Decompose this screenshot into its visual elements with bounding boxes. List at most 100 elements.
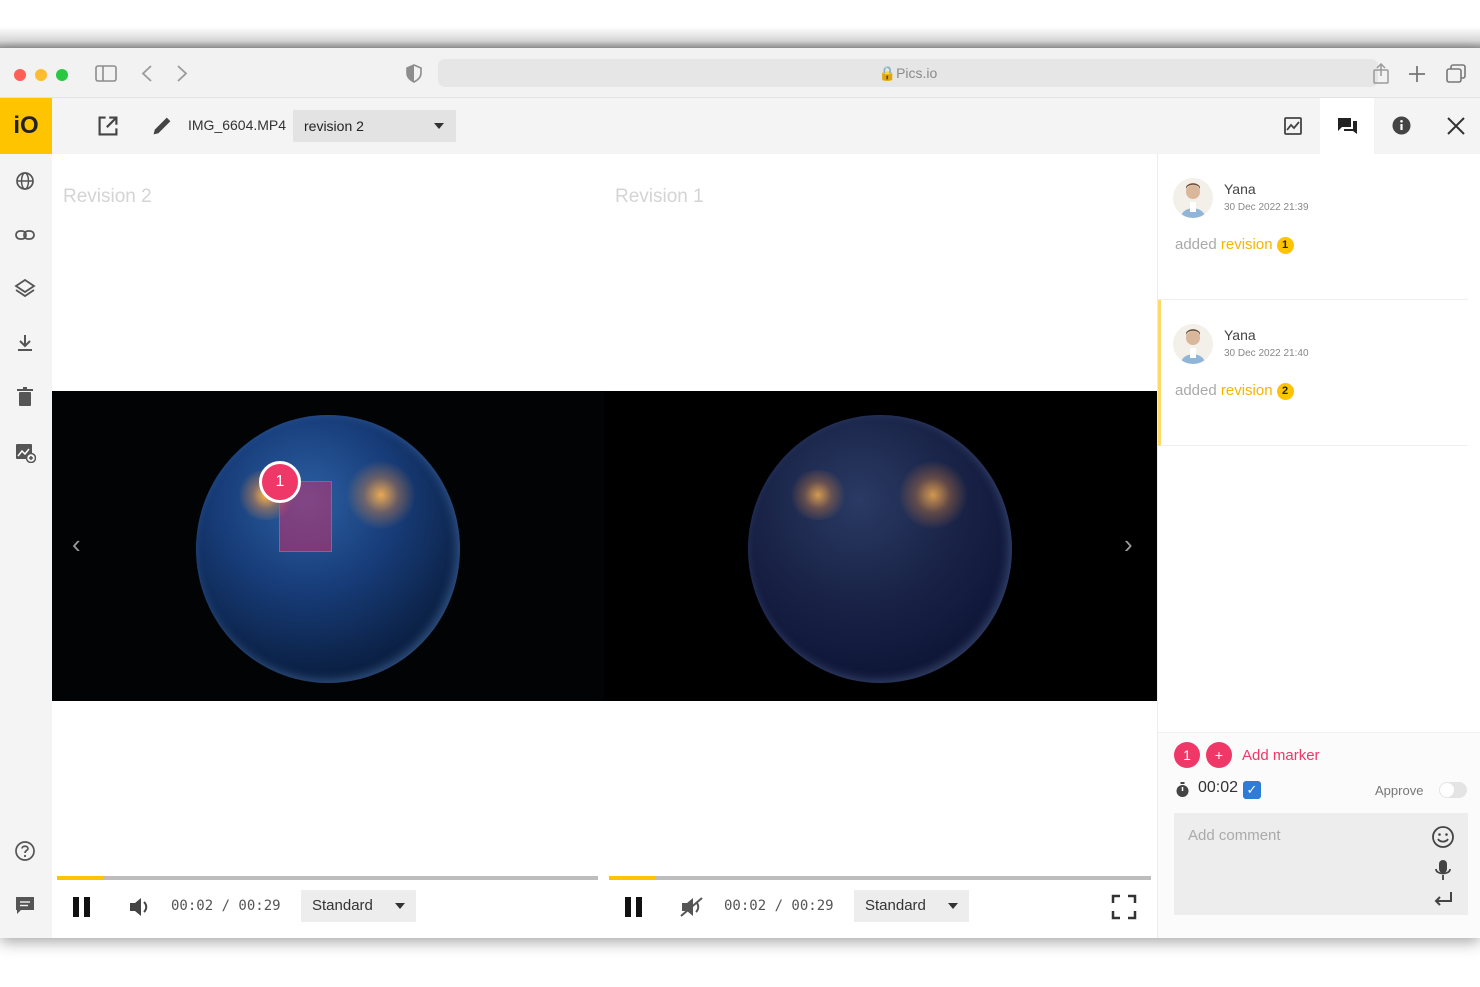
- browser-window: 🔒Pics.io iO IMG_6604.MP4 revision 2 Revi…: [0, 48, 1480, 938]
- compare-icon: [1284, 117, 1302, 135]
- comment-item[interactable]: Yana 30 Dec 2022 21:40 added revision 2: [1158, 300, 1468, 446]
- stopwatch-icon: [1176, 782, 1189, 797]
- add-marker-button[interactable]: Add marker: [1242, 747, 1320, 764]
- right-time-display: 00:02 / 00:29: [724, 898, 834, 914]
- left-speed-value: Standard: [312, 897, 373, 914]
- right-video[interactable]: ›: [604, 391, 1156, 701]
- desktop-backdrop: [0, 0, 1480, 48]
- close-icon: [1447, 117, 1465, 135]
- left-revision-label: Revision 2: [63, 186, 152, 207]
- comment-timecode: 00:02: [1198, 779, 1239, 796]
- right-speed-value: Standard: [865, 897, 926, 914]
- avatar: [1173, 178, 1213, 218]
- browser-toolbar: 🔒Pics.io: [0, 48, 1480, 98]
- timecode-checkbox[interactable]: ✓: [1243, 781, 1261, 799]
- revision-select-value: revision 2: [304, 118, 364, 134]
- left-progress-bar[interactable]: [57, 876, 598, 880]
- emoji-icon[interactable]: [1431, 825, 1455, 849]
- address-bar[interactable]: 🔒Pics.io: [438, 59, 1378, 87]
- comment-placeholder: Add comment: [1188, 827, 1281, 844]
- add-image-icon[interactable]: [14, 441, 36, 463]
- approve-toggle[interactable]: [1439, 782, 1467, 798]
- volume-icon[interactable]: [127, 894, 153, 920]
- marker-pin[interactable]: 1: [259, 461, 301, 503]
- left-sidebar: [0, 154, 52, 938]
- right-player-controls: 00:02 / 00:29 Standard: [604, 890, 1157, 924]
- layers-icon[interactable]: [14, 278, 36, 300]
- new-tab-icon[interactable]: [1408, 65, 1426, 83]
- link-icon[interactable]: [14, 224, 36, 246]
- revision-link[interactable]: revision: [1221, 382, 1273, 399]
- url-text: Pics.io: [896, 65, 938, 81]
- close-button[interactable]: [1428, 98, 1480, 154]
- city-lights: [898, 460, 968, 530]
- avatar: [1173, 324, 1213, 364]
- privacy-shield-icon[interactable]: [406, 64, 422, 83]
- minimize-window-button[interactable]: [35, 69, 47, 81]
- comment-author: Yana: [1224, 327, 1256, 343]
- tab-overview-icon[interactable]: [1446, 64, 1467, 84]
- comment-text: added revision 1: [1175, 236, 1294, 254]
- add-marker-plus-button[interactable]: +: [1206, 742, 1232, 768]
- comment-date: 30 Dec 2022 21:39: [1224, 202, 1309, 213]
- app-logo[interactable]: iO: [0, 98, 52, 154]
- comment-date: 30 Dec 2022 21:40: [1224, 348, 1309, 359]
- comments-panel: Yana 30 Dec 2022 21:39 added revision 1 Y…: [1157, 154, 1480, 938]
- chevron-down-icon: [948, 903, 958, 909]
- enter-icon[interactable]: [1431, 887, 1455, 911]
- file-name[interactable]: IMG_6604.MP4: [188, 117, 286, 133]
- next-arrow-icon[interactable]: ›: [1124, 529, 1133, 560]
- sidebar-toggle-icon[interactable]: [95, 65, 117, 82]
- earth-globe-image: [748, 415, 1012, 683]
- comment-input[interactable]: Add comment: [1174, 813, 1468, 915]
- city-lights: [346, 460, 416, 530]
- help-icon[interactable]: [14, 840, 36, 862]
- muted-volume-icon[interactable]: [679, 894, 705, 920]
- revision-badge: 2: [1276, 382, 1294, 400]
- revision-badge: 1: [1276, 236, 1294, 254]
- microphone-icon[interactable]: [1431, 858, 1455, 882]
- info-icon: [1392, 116, 1411, 135]
- city-lights: [788, 470, 848, 520]
- comment-composer: 1 + Add marker 00:02 ✓ Approve Add comme…: [1158, 732, 1480, 938]
- app-header: iO IMG_6604.MP4 revision 2: [0, 98, 1480, 154]
- left-speed-select[interactable]: Standard: [301, 890, 416, 922]
- comment-action: added: [1175, 382, 1217, 399]
- left-progress-fill: [57, 876, 103, 880]
- revision-select[interactable]: revision 2: [293, 110, 456, 142]
- right-revision-label: Revision 1: [615, 186, 704, 207]
- pause-icon[interactable]: [621, 894, 647, 920]
- approve-label: Approve: [1375, 783, 1424, 798]
- edit-pencil-icon[interactable]: [150, 114, 174, 138]
- close-window-button[interactable]: [14, 69, 26, 81]
- pause-icon[interactable]: [69, 894, 95, 920]
- right-speed-select[interactable]: Standard: [854, 890, 969, 922]
- chevron-down-icon: [434, 123, 444, 129]
- previous-arrow-icon[interactable]: ‹: [72, 529, 81, 560]
- chevron-down-icon: [395, 903, 405, 909]
- fullscreen-icon[interactable]: [1111, 894, 1137, 920]
- info-button[interactable]: [1374, 98, 1428, 154]
- share-icon[interactable]: [1372, 63, 1390, 84]
- globe-icon[interactable]: [14, 170, 36, 192]
- comment-item[interactable]: Yana 30 Dec 2022 21:39 added revision 1: [1158, 154, 1468, 300]
- left-video[interactable]: ‹ 1: [52, 391, 604, 701]
- right-progress-bar[interactable]: [609, 876, 1151, 880]
- download-icon[interactable]: [14, 332, 36, 354]
- forward-icon[interactable]: [176, 65, 188, 82]
- comment-author: Yana: [1224, 181, 1256, 197]
- right-progress-fill: [609, 876, 656, 880]
- marker-count-badge[interactable]: 1: [1174, 742, 1200, 768]
- open-external-icon[interactable]: [96, 114, 120, 138]
- compare-button[interactable]: [1266, 98, 1320, 154]
- comment-action: added: [1175, 236, 1217, 253]
- revision-link[interactable]: revision: [1221, 236, 1273, 253]
- trash-icon[interactable]: [14, 386, 36, 408]
- zoom-window-button[interactable]: [56, 69, 68, 81]
- back-icon[interactable]: [141, 65, 153, 82]
- comparison-viewer: Revision 2 Revision 1 ‹ 1 › 00:02 / 00:2…: [52, 154, 1157, 938]
- left-time-display: 00:02 / 00:29: [171, 898, 281, 914]
- chat-icon[interactable]: [14, 894, 36, 916]
- comments-tab[interactable]: [1320, 98, 1374, 154]
- lock-icon: 🔒: [878, 65, 897, 81]
